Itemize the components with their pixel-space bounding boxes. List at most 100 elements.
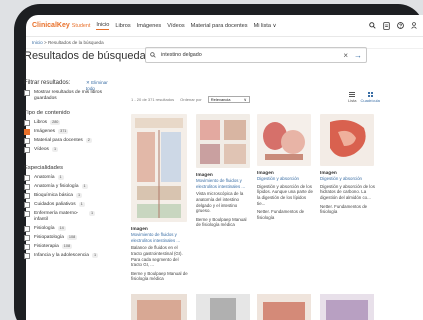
checkbox[interactable] (24, 193, 30, 199)
filter-panel: Filtrar resultados: ✕ Eliminar todo Most… (24, 80, 109, 259)
filter-videos[interactable]: Vídeos 1 (24, 147, 109, 153)
result-thumbnail[interactable] (196, 294, 250, 320)
result-card[interactable]: Imagen Digestión y absorción Digestión y… (257, 114, 313, 220)
filter-imagenes[interactable]: Imágenes 371 (24, 129, 109, 135)
filter-label: Anatomía y fisiología (34, 184, 79, 189)
result-description: Digestión y absorción de los lípidos. Au… (257, 183, 313, 206)
result-thumbnail[interactable] (257, 114, 311, 166)
result-source: Netter. Fundamentos de fisiología (257, 209, 305, 220)
result-title-link[interactable]: Movimiento de fluidos y electrolitos int… (196, 178, 252, 189)
nav-inicio[interactable]: Inicio (96, 22, 110, 30)
result-source: Berne y Boulpaep Manual de fisiología mé… (131, 270, 188, 282)
result-thumbnail[interactable] (257, 294, 311, 320)
document-icon[interactable] (383, 21, 390, 30)
result-card[interactable]: Imagen Digestión y absorción Digestión y… (320, 114, 376, 215)
result-card[interactable]: Imagen Movimiento de fluidos y electroli… (196, 114, 252, 228)
search-icon[interactable] (369, 22, 376, 29)
list-view-button[interactable]: Lista (348, 92, 356, 103)
filter-label: Fisioterapia (34, 244, 59, 249)
clear-filters-link[interactable]: ✕ Eliminar todo (86, 80, 109, 92)
filter-label: Fisiología (34, 226, 55, 231)
result-thumbnail[interactable] (131, 114, 187, 222)
checkbox[interactable] (24, 175, 30, 181)
nav-videos[interactable]: Vídeos (167, 23, 184, 29)
filter-material-docentes[interactable]: Material para docentes 2 (24, 138, 109, 144)
count-badge: 1 (78, 202, 85, 207)
checkbox[interactable] (24, 184, 30, 190)
filter-specialty[interactable]: Enfermería materno-infantil 1 (24, 211, 109, 223)
filter-label: Anatomía (34, 175, 55, 180)
result-source: Berne y Boulpaep Manual de fisiología mé… (196, 216, 247, 228)
top-navigation-bar: ClinicalKey Student Inicio Libros Imágen… (26, 15, 423, 37)
sort-dropdown[interactable]: Relevancia ∨ (207, 96, 250, 103)
checkbox[interactable] (24, 253, 30, 259)
list-icon (349, 92, 356, 97)
filter-specialty[interactable]: Infancia y la adolescencia 1 (24, 253, 109, 259)
filter-label: Cuidados paliativos (34, 202, 76, 207)
checkbox[interactable] (24, 244, 30, 250)
filter-label: Imágenes (34, 129, 56, 134)
search-bar[interactable]: intestino delgado × → (145, 47, 367, 63)
clinicalkey-logo[interactable]: ClinicalKey (32, 22, 70, 29)
result-thumbnail[interactable] (320, 114, 374, 166)
count-badge: 1 (75, 193, 83, 198)
filter-libros[interactable]: Libros 280 (24, 120, 109, 126)
nav-imagenes[interactable]: Imágenes (137, 23, 162, 29)
filter-label: Material para docentes (34, 138, 83, 143)
nav-mi-lista-label: Mi lista (253, 22, 271, 29)
nav-material-docentes[interactable]: Material para docentes (191, 23, 248, 29)
filter-specialty[interactable]: Fisiología 14 (24, 226, 109, 232)
grid-view-button[interactable]: Cuadrícula (360, 92, 380, 103)
view-toggle: Lista Cuadrícula (348, 92, 380, 103)
breadcrumb-home[interactable]: Inicio (32, 40, 43, 45)
result-title-link[interactable]: Digestión y absorción (257, 176, 313, 182)
logo-subtitle: Student (71, 22, 91, 29)
grid-view-label: Cuadrícula (360, 98, 380, 103)
result-title-link[interactable]: Digestión y absorción (320, 176, 376, 182)
search-input[interactable]: intestino delgado (161, 52, 343, 58)
result-description: Balance de fluidos en el tracto gastroin… (131, 245, 183, 268)
content-type-heading: Tipo de contenido (24, 110, 70, 116)
filter-specialty[interactable]: Anatomía y fisiología 1 (24, 184, 109, 190)
breadcrumb-separator: > (44, 40, 47, 45)
checkbox[interactable] (24, 202, 30, 208)
count-badge: 108 (61, 244, 73, 249)
clear-search-icon[interactable]: × (343, 51, 348, 60)
filter-label: Enfermería materno-infantil (34, 211, 79, 222)
user-icon[interactable] (411, 22, 417, 29)
filter-specialty[interactable]: Cuidados paliativos 1 (24, 202, 109, 208)
result-thumbnail[interactable] (131, 294, 187, 320)
help-icon[interactable] (397, 22, 404, 29)
results-meta: 1 - 20 de 371 resultados Ordenar por Rel… (131, 96, 250, 103)
filter-label: Bioquímica básica (34, 193, 73, 198)
result-card[interactable]: Imagen Movimiento de fluidos y electroli… (131, 114, 189, 282)
filter-specialty[interactable]: Fisioterapia 108 (24, 244, 109, 250)
checkbox[interactable] (24, 120, 30, 126)
grid-icon (367, 92, 373, 97)
filter-title: Filtrar resultados: (24, 80, 71, 86)
nav-libros[interactable]: Libros (115, 23, 130, 29)
checkbox[interactable] (24, 226, 30, 232)
filter-specialty[interactable]: Anatomía 1 (24, 175, 109, 181)
filter-specialty[interactable]: Fisiopatología 108 (24, 235, 109, 241)
result-description: Digestión y absorción de los hidratos de… (320, 183, 375, 200)
result-description: Vista microscópica de la anatomía del in… (196, 191, 244, 214)
checkbox[interactable] (24, 90, 30, 96)
filter-specialty[interactable]: Bioquímica básica 1 (24, 193, 109, 199)
checkbox[interactable] (24, 235, 30, 241)
checkbox[interactable] (24, 211, 30, 217)
checkbox-checked[interactable] (24, 129, 30, 135)
nav-mi-lista[interactable]: Mi lista ∨ (254, 23, 277, 29)
result-thumbnail[interactable] (320, 294, 374, 320)
checkbox[interactable] (24, 138, 30, 144)
count-badge: 1 (57, 175, 64, 180)
count-badge: 1 (91, 253, 99, 258)
checkbox[interactable] (24, 147, 30, 153)
result-title-link[interactable]: Movimiento de fluidos y electrolitos int… (131, 232, 189, 243)
specialties-heading: Especialidades (24, 165, 63, 171)
search-icon (150, 52, 156, 58)
count-badge: 1 (81, 184, 88, 189)
search-submit-arrow-icon[interactable]: → (354, 51, 362, 60)
result-thumbnail[interactable] (196, 114, 250, 168)
clear-filters-label: Eliminar todo (86, 80, 108, 91)
